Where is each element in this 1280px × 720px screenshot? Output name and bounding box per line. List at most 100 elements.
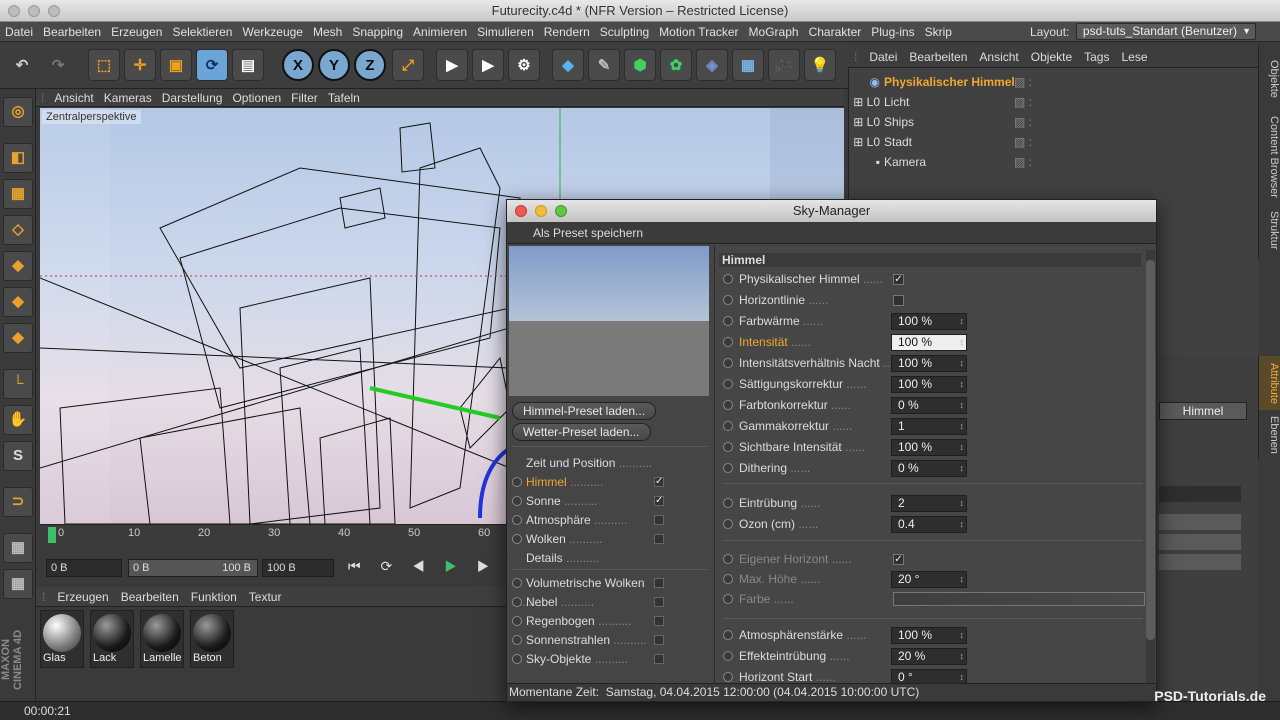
coordinate-system-icon[interactable]: ⤢ (392, 49, 424, 81)
floor-icon[interactable]: ▦ (732, 49, 764, 81)
animate-icon[interactable] (723, 421, 733, 431)
timeline-ruler[interactable]: 0 10 20 30 40 50 60 (40, 524, 510, 554)
save-preset-button[interactable]: Als Preset speichern (507, 222, 1156, 244)
viewport-menu-1[interactable]: Kameras (99, 89, 157, 107)
param-value[interactable]: 0.4 (891, 516, 967, 533)
animate-icon[interactable] (723, 337, 733, 347)
y-axis-toggle[interactable]: Y (318, 49, 350, 81)
visibility-toggle[interactable]: ▨ : (1014, 112, 1032, 132)
dialog-zoom-button[interactable] (555, 205, 567, 217)
param-value[interactable]: 0 % (891, 397, 967, 414)
menu-6[interactable]: Snapping (347, 22, 408, 42)
render-view-icon[interactable]: ▶ (436, 49, 468, 81)
enable-checkbox[interactable] (654, 515, 664, 525)
light-icon[interactable]: 💡 (804, 49, 836, 81)
menu-2[interactable]: Erzeugen (106, 22, 167, 42)
snap-icon[interactable]: S (3, 441, 33, 471)
render-picture-viewer-icon[interactable]: ▶ (472, 49, 504, 81)
dialog-minimize-button[interactable] (535, 205, 547, 217)
axis-mode-icon[interactable]: └ (3, 369, 33, 399)
spline-pen-icon[interactable]: ✎ (588, 49, 620, 81)
deformer-icon[interactable]: ◈ (696, 49, 728, 81)
workplane-icon[interactable]: ◇ (3, 215, 33, 245)
material-swatch[interactable]: Lack (90, 610, 134, 668)
animate-icon[interactable] (723, 358, 733, 368)
zoom-window-button[interactable] (48, 5, 60, 17)
enable-checkbox[interactable] (654, 597, 664, 607)
object-row[interactable]: ▪ Kamera ▨ : (852, 152, 1252, 172)
material-swatch[interactable]: Glas (40, 610, 84, 668)
objects-menu-4[interactable]: Tags (1078, 46, 1115, 68)
preview-range-slider[interactable]: 0 B 100 B (128, 559, 258, 577)
radio-icon[interactable] (512, 654, 522, 664)
material-menu-2[interactable]: Funktion (185, 587, 243, 607)
objects-menu-3[interactable]: Objekte (1025, 46, 1078, 68)
attr-dropdown-3[interactable] (1159, 554, 1241, 570)
animate-icon[interactable] (723, 379, 733, 389)
animate-icon[interactable] (723, 594, 733, 604)
animate-icon[interactable] (723, 274, 733, 284)
color-gradient[interactable] (893, 592, 1145, 606)
tab-objekte[interactable]: Objekte (1258, 46, 1280, 112)
viewport-menu-4[interactable]: Filter (286, 89, 323, 107)
nav-item[interactable]: Sky-Objekte .......... (512, 650, 664, 669)
edges-mode-icon[interactable]: ◆ (3, 287, 33, 317)
enable-checkbox[interactable] (654, 534, 664, 544)
nav-item[interactable]: Himmel .......... ✓ (512, 473, 664, 492)
enable-checkbox[interactable] (654, 654, 664, 664)
visibility-toggle[interactable]: ▨ : (1014, 152, 1032, 172)
animate-icon[interactable] (723, 400, 733, 410)
nav-item[interactable]: Wolken .......... (512, 530, 664, 549)
param-checkbox[interactable]: ✓ (893, 554, 904, 565)
tab-ebenen[interactable]: Ebenen (1258, 410, 1280, 460)
playhead[interactable] (48, 527, 56, 543)
magnet-icon[interactable]: ⊃ (3, 487, 33, 517)
rotate-icon[interactable]: ⟳ (196, 49, 228, 81)
animate-icon[interactable] (723, 498, 733, 508)
nav-item[interactable]: Details .......... (512, 549, 664, 568)
animate-icon[interactable] (723, 463, 733, 473)
animate-icon[interactable] (723, 295, 733, 305)
render-settings-icon[interactable]: ⚙ (508, 49, 540, 81)
tab-content-browser[interactable]: Content Browser (1258, 112, 1280, 202)
menu-1[interactable]: Bearbeiten (38, 22, 106, 42)
tab-struktur[interactable]: Struktur (1258, 202, 1280, 258)
cube-icon[interactable]: ◆ (552, 49, 584, 81)
radio-icon[interactable] (512, 496, 522, 506)
start-frame-field[interactable]: 0 B (46, 559, 122, 577)
animate-icon[interactable] (723, 554, 733, 564)
radio-icon[interactable] (512, 597, 522, 607)
quantize-icon[interactable]: ▦ (3, 569, 33, 599)
animate-icon[interactable] (723, 574, 733, 584)
animate-icon[interactable] (723, 442, 733, 452)
radio-icon[interactable] (512, 578, 522, 588)
param-checkbox[interactable]: ✓ (893, 274, 904, 285)
menu-14[interactable]: Plug-ins (866, 22, 919, 42)
viewport-menu-3[interactable]: Optionen (227, 89, 286, 107)
radio-icon[interactable] (512, 515, 522, 525)
param-value[interactable]: 100 % (891, 627, 967, 644)
radio-icon[interactable] (512, 635, 522, 645)
menu-15[interactable]: Skrip (920, 22, 957, 42)
end-frame-field[interactable]: 100 B (262, 559, 334, 577)
viewport-menu-2[interactable]: Darstellung (157, 89, 228, 107)
model-mode-icon[interactable]: ◧ (3, 143, 33, 173)
material-menu-3[interactable]: Textur (243, 587, 288, 607)
object-row[interactable]: ◉ Physikalischer Himmel ▨ : (852, 72, 1252, 92)
menu-5[interactable]: Mesh (308, 22, 347, 42)
objects-menu-1[interactable]: Bearbeiten (903, 46, 973, 68)
visibility-toggle[interactable]: ▨ : (1014, 132, 1032, 152)
param-value[interactable]: 1 (891, 418, 967, 435)
menu-9[interactable]: Rendern (539, 22, 595, 42)
menu-3[interactable]: Selektieren (167, 22, 237, 42)
param-value[interactable]: 100 % (891, 313, 967, 330)
nav-item[interactable]: Volumetrische Wolken .......... (512, 574, 664, 609)
objects-menu-2[interactable]: Ansicht (973, 46, 1024, 68)
recent-tools-icon[interactable]: ▤ (232, 49, 264, 81)
menu-10[interactable]: Sculpting (595, 22, 654, 42)
enable-checkbox[interactable] (654, 578, 664, 588)
attr-dropdown-2[interactable] (1159, 534, 1241, 550)
workplane-grid-icon[interactable]: ▦ (3, 533, 33, 563)
object-row[interactable]: ⊞ L0 Licht ▨ : (852, 92, 1252, 112)
material-swatch[interactable]: Beton (190, 610, 234, 668)
